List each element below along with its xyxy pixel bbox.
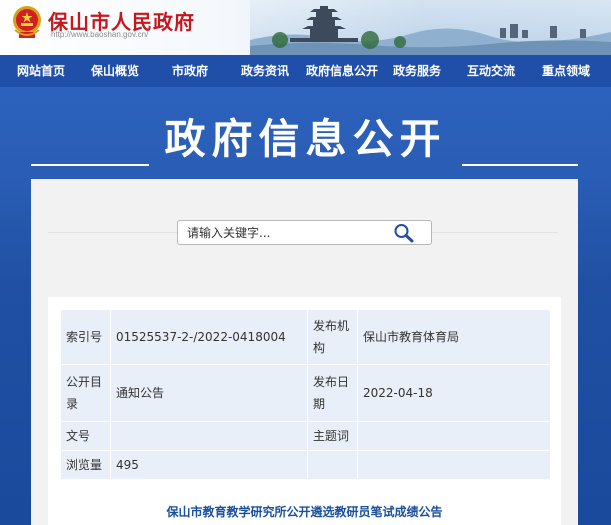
nav-item-key-areas[interactable]: 重点领域 [542, 55, 590, 87]
nav-item-government-services[interactable]: 政务服务 [393, 55, 441, 87]
header-scenery-image [250, 0, 611, 55]
info-table: 索引号 01525537-2-/2022-0418004 发布机构 保山市教育体… [60, 309, 551, 480]
nav-item-interaction[interactable]: 互动交流 [467, 55, 515, 87]
banner-divider-right [462, 164, 578, 166]
catalog-label: 公开目录 [60, 364, 111, 422]
empty-label [307, 450, 358, 480]
table-row: 公开目录 通知公告 发布日期 2022-04-18 [60, 364, 551, 422]
page-title: 政府信息公开 [164, 115, 447, 163]
site-url: http://www.baoshan.gov.cn/ [51, 30, 149, 39]
search-input[interactable] [187, 221, 387, 244]
publish-date-label: 发布日期 [307, 364, 358, 422]
search-icon[interactable] [393, 223, 415, 243]
nav-item-city-government[interactable]: 市政府 [172, 55, 208, 87]
site-header: 保山市人民政府 http://www.baoshan.gov.cn/ [0, 0, 611, 55]
views-label: 浏览量 [60, 450, 111, 480]
nav-item-overview[interactable]: 保山概览 [91, 55, 139, 87]
document-number-value [110, 421, 308, 451]
publisher-label: 发布机构 [307, 309, 358, 365]
table-row: 浏览量 495 [60, 450, 551, 480]
index-number-label: 索引号 [60, 309, 111, 365]
article-title[interactable]: 保山市教育教学研究所公开遴选教研员笔试成绩公告 [48, 503, 561, 520]
search-box [177, 220, 432, 245]
national-emblem-icon[interactable] [11, 4, 43, 40]
catalog-value: 通知公告 [110, 364, 308, 422]
document-number-label: 文号 [60, 421, 111, 451]
banner-divider-left [31, 164, 149, 166]
views-value: 495 [110, 450, 308, 480]
subject-words-value [357, 421, 551, 451]
nav-item-home[interactable]: 网站首页 [17, 55, 65, 87]
publisher-value: 保山市教育体育局 [357, 309, 551, 365]
index-number-value: 01525537-2-/2022-0418004 [110, 309, 308, 365]
publish-date-value: 2022-04-18 [357, 364, 551, 422]
subject-words-label: 主题词 [307, 421, 358, 451]
nav-item-government-news[interactable]: 政务资讯 [241, 55, 289, 87]
main-nav: 网站首页 保山概览 市政府 政务资讯 政府信息公开 政务服务 互动交流 重点领域 [0, 55, 611, 87]
table-row: 文号 主题词 [60, 421, 551, 451]
nav-item-info-disclosure[interactable]: 政府信息公开 [306, 55, 378, 87]
table-row: 索引号 01525537-2-/2022-0418004 发布机构 保山市教育体… [60, 309, 551, 365]
empty-value [357, 450, 551, 480]
